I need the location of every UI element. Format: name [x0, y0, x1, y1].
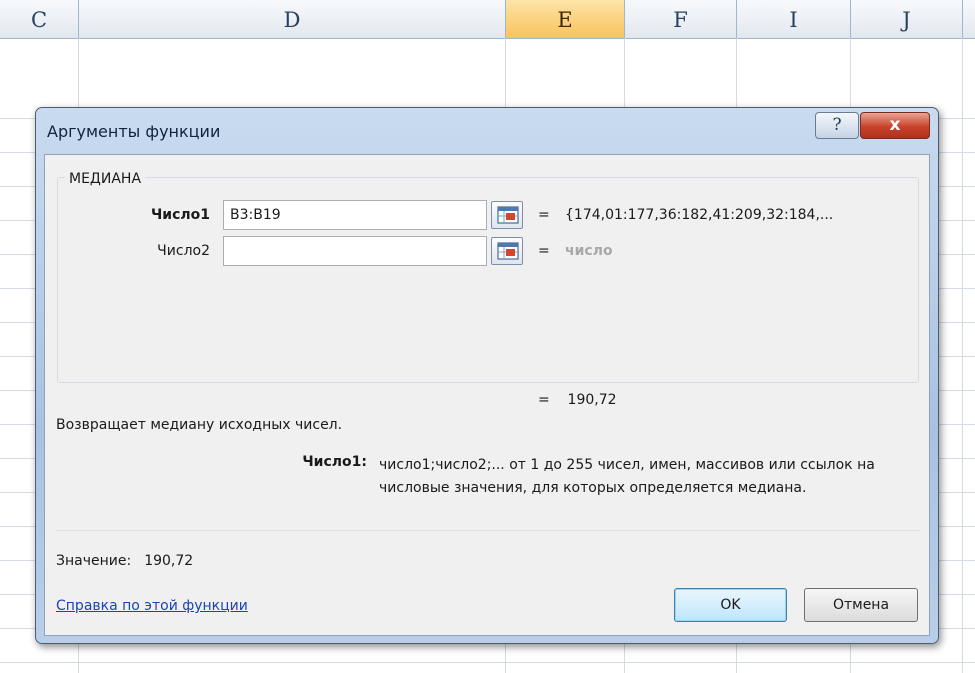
arg2-input[interactable]: [223, 236, 487, 266]
param-name: Число1:: [302, 454, 367, 470]
arg2-equals: =: [538, 243, 550, 259]
value-line: Значение: 190,72: [56, 553, 193, 569]
column-header-d[interactable]: D: [79, 0, 506, 38]
function-name: МЕДИАНА: [65, 171, 146, 187]
arg1-result: {174,01:177,36:182,41:209,32:184,...: [565, 207, 834, 223]
arg1-collapse-button[interactable]: [491, 201, 523, 229]
close-icon: x: [889, 115, 901, 135]
function-arguments-dialog: Аргументы функции ? x МЕДИАНА Число1 = {…: [35, 107, 939, 644]
range-select-icon: [497, 242, 519, 260]
ok-button[interactable]: OK: [674, 588, 787, 622]
formula-result: = 190,72: [538, 392, 617, 408]
close-button[interactable]: x: [860, 112, 930, 139]
arg2-result: число: [565, 243, 613, 259]
result-equals: =: [538, 392, 550, 408]
value-result: 190,72: [144, 553, 194, 569]
cancel-button[interactable]: Отмена: [804, 588, 918, 622]
column-header-j[interactable]: J: [851, 0, 963, 38]
grid-line: [0, 662, 975, 663]
column-header-e[interactable]: E: [506, 0, 625, 38]
column-header-i[interactable]: I: [737, 0, 851, 38]
param-description: число1;число2;... от 1 до 255 чисел, име…: [379, 457, 875, 496]
column-header-c[interactable]: C: [0, 0, 79, 38]
arg1-equals: =: [538, 207, 550, 223]
result-value: 190,72: [567, 392, 617, 408]
arg2-label: Число2: [157, 243, 210, 259]
value-label: Значение:: [56, 553, 132, 569]
dialog-body: МЕДИАНА Число1 = {174,01:177,36:182,41:2…: [44, 154, 930, 636]
help-button[interactable]: ?: [815, 112, 859, 139]
function-description: Возвращает медиану исходных чисел.: [56, 417, 343, 433]
column-header-row: C D E F I J: [0, 0, 975, 39]
dialog-title: Аргументы функции: [47, 122, 221, 141]
separator: [56, 530, 920, 531]
range-select-icon: [497, 206, 519, 224]
arg1-input[interactable]: [223, 200, 487, 230]
dialog-titlebar[interactable]: Аргументы функции ? x: [36, 108, 938, 153]
arg2-collapse-button[interactable]: [491, 237, 523, 265]
arg1-label: Число1: [150, 207, 210, 223]
function-help-link[interactable]: Справка по этой функции: [56, 598, 248, 614]
column-header-f[interactable]: F: [625, 0, 737, 38]
